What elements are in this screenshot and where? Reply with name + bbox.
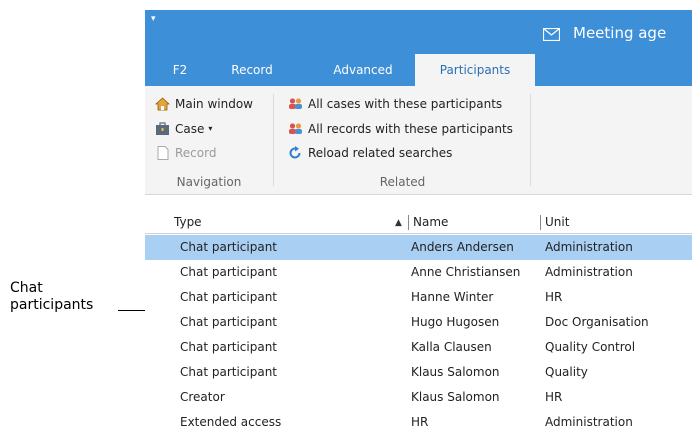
window-title: Meeting age	[573, 24, 667, 42]
column-header-type[interactable]: Type	[174, 215, 202, 229]
mail-icon	[543, 28, 560, 41]
tab-record[interactable]: Record	[217, 54, 287, 86]
reload-related-button[interactable]: Reload related searches	[288, 143, 452, 163]
cell-unit: Doc Organisation	[545, 315, 649, 329]
cell-type: Chat participant	[180, 290, 278, 304]
all-records-label: All records with these participants	[308, 122, 513, 136]
cell-name: Hugo Hugosen	[411, 315, 500, 329]
cell-name: Hanne Winter	[411, 290, 494, 304]
tab-advanced[interactable]: Advanced	[315, 54, 411, 86]
column-divider[interactable]	[540, 215, 541, 230]
main-window-button[interactable]: Main window	[155, 94, 253, 114]
cell-unit: Quality Control	[545, 340, 636, 354]
app-window: ▾ Meeting age F2 Record Advanced Partici…	[145, 10, 692, 439]
cell-type: Chat participant	[180, 365, 278, 379]
column-divider[interactable]	[408, 215, 409, 230]
ribbon-tabs: F2 Record Advanced Participants	[145, 54, 692, 86]
table-row[interactable]: Extended access HR Administration	[145, 410, 692, 435]
cell-unit: Administration	[545, 240, 633, 254]
cell-type: Chat participant	[180, 340, 278, 354]
column-header-name[interactable]: Name	[413, 215, 448, 229]
cell-name: Kalla Clausen	[411, 340, 492, 354]
cell-type: Extended access	[180, 415, 282, 429]
record-label: Record	[175, 146, 217, 160]
quick-access-dropdown-icon[interactable]: ▾	[151, 14, 156, 24]
table-row[interactable]: Creator Klaus Salomon HR	[145, 385, 692, 410]
table-row[interactable]: Chat participant Hugo Hugosen Doc Organi…	[145, 310, 692, 335]
column-header-unit[interactable]: Unit	[545, 215, 569, 229]
participants-cases-icon	[289, 98, 302, 109]
list-header: Type ▲ Name Unit	[145, 212, 692, 234]
all-records-button[interactable]: All records with these participants	[288, 119, 513, 139]
navigation-group-label: Navigation	[176, 175, 242, 189]
ribbon-separator	[530, 94, 531, 186]
record-button[interactable]: Record	[155, 143, 216, 163]
sort-ascending-icon: ▲	[395, 218, 402, 228]
cell-unit: HR	[545, 390, 563, 404]
table-row[interactable]: Chat participant Kalla Clausen Quality C…	[145, 335, 692, 360]
table-row[interactable]: Chat participant Anders Andersen Adminis…	[145, 235, 692, 260]
table-row[interactable]: Chat participant Anne Christiansen Admin…	[145, 260, 692, 285]
cell-type: Creator	[180, 390, 225, 404]
table-row[interactable]: Chat participant Hanne Winter HR	[145, 285, 692, 310]
cell-type: Chat participant	[180, 315, 278, 329]
cell-unit: Administration	[545, 265, 633, 279]
cell-name: HR	[411, 415, 429, 429]
chevron-down-icon: ▾	[208, 124, 213, 133]
all-cases-button[interactable]: All cases with these participants	[288, 94, 502, 114]
ribbon-separator	[273, 94, 274, 186]
related-group-label: Related	[379, 175, 426, 189]
case-icon	[156, 122, 169, 135]
cell-unit: Administration	[545, 415, 633, 429]
callout-label-line2: participants	[10, 297, 94, 313]
tab-participants[interactable]: Participants	[415, 54, 535, 86]
ribbon-panel: Main window Case ▾ Record Navigation All…	[145, 86, 692, 195]
table-row[interactable]: Chat participant Klaus Salomon Quality	[145, 360, 692, 385]
reload-related-label: Reload related searches	[308, 146, 453, 160]
cell-name: Anne Christiansen	[411, 265, 521, 279]
cell-type: Chat participant	[180, 240, 278, 254]
cell-name: Klaus Salomon	[411, 365, 500, 379]
cell-name: Klaus Salomon	[411, 390, 500, 404]
document-icon	[157, 146, 169, 160]
main-window-label: Main window	[175, 97, 253, 111]
participants-records-icon	[289, 123, 302, 134]
refresh-icon	[289, 146, 301, 159]
title-bar: ▾ Meeting age	[145, 10, 692, 54]
callout-label: Chat participants	[10, 280, 93, 314]
tab-f2[interactable]: F2	[145, 54, 215, 86]
cell-type: Chat participant	[180, 265, 278, 279]
cell-name: Anders Andersen	[411, 240, 514, 254]
home-icon	[155, 97, 170, 111]
callout-label-line1: Chat	[10, 280, 43, 296]
case-label: Case	[175, 122, 205, 136]
cell-unit: HR	[545, 290, 563, 304]
case-dropdown-button[interactable]: Case ▾	[155, 119, 212, 139]
cell-unit: Quality	[545, 365, 588, 379]
all-cases-label: All cases with these participants	[308, 97, 503, 111]
